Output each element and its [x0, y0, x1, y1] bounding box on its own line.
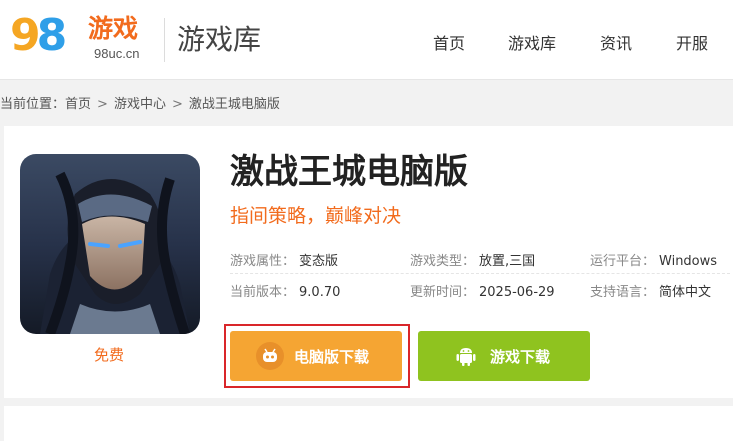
pc-download-label: 电脑版下载: [294, 347, 370, 366]
breadcrumb: 当前位置：首页 > 游戏中心 > 激战王城电脑版: [0, 93, 280, 112]
meta-divider: [230, 273, 730, 274]
logo-digits: 98: [10, 10, 67, 61]
meta-key: 运行平台：: [590, 254, 656, 269]
meta-key: 游戏类型：: [410, 254, 476, 269]
android-icon: [452, 342, 480, 370]
meta-update-time: 更新时间： 2025-06-29: [410, 281, 555, 300]
robot-icon: [256, 342, 284, 370]
meta-value: 2025-06-29: [479, 285, 555, 300]
game-detail-card: 免费 激战王城电脑版 指间策略，巅峰对决 游戏属性： 变态版 游戏类型： 放置,三国…: [4, 126, 733, 398]
meta-value: 简体中文: [659, 285, 712, 300]
next-section: [4, 406, 733, 441]
meta-value: 放置,三国: [479, 254, 536, 269]
meta-key: 当前版本：: [230, 285, 296, 300]
mobile-download-label: 游戏下载: [490, 347, 551, 366]
nav-news[interactable]: 资讯: [600, 30, 632, 54]
meta-version: 当前版本： 9.0.70: [230, 281, 340, 300]
site-logo[interactable]: 98 游戏 98uc.cn: [10, 8, 150, 68]
meta-platform: 运行平台： Windows: [590, 250, 717, 269]
meta-key: 更新时间：: [410, 285, 476, 300]
breadcrumb-separator: >: [97, 97, 108, 112]
logo-name: 游戏: [88, 14, 139, 43]
game-title: 激战王城电脑版: [230, 152, 468, 192]
meta-language: 支持语言： 简体中文: [590, 281, 711, 300]
meta-value: 变态版: [299, 254, 339, 269]
breadcrumb-prefix: 当前位置：: [0, 97, 66, 112]
meta-key: 支持语言：: [590, 285, 656, 300]
nav-home[interactable]: 首页: [433, 30, 465, 54]
mobile-download-button[interactable]: 游戏下载: [418, 331, 590, 381]
nav-server-launch[interactable]: 开服: [676, 30, 708, 54]
site-header: 98 游戏 98uc.cn 游戏库 首页 游戏库 资讯 开服: [0, 0, 733, 80]
breadcrumb-game-center[interactable]: 游戏中心: [114, 97, 166, 112]
meta-value: 9.0.70: [299, 285, 341, 300]
meta-attribute: 游戏属性： 变态版: [230, 250, 338, 269]
price-label: 免费: [94, 346, 125, 364]
meta-key: 游戏属性：: [230, 254, 296, 269]
meta-value: Windows: [659, 254, 718, 269]
game-slogan: 指间策略，巅峰对决: [230, 205, 402, 227]
page-section-title: 游戏库: [177, 23, 262, 56]
breadcrumb-home[interactable]: 首页: [65, 97, 91, 112]
pc-download-button[interactable]: 电脑版下载: [230, 331, 402, 381]
breadcrumb-separator: >: [171, 97, 183, 112]
header-divider: [164, 18, 165, 62]
breadcrumb-current: 激战王城电脑版: [188, 97, 280, 112]
meta-genre: 游戏类型： 放置,三国: [410, 250, 535, 269]
logo-domain: 98uc.cn: [94, 46, 140, 61]
game-cover-image[interactable]: [20, 154, 200, 334]
nav-game-library[interactable]: 游戏库: [508, 30, 556, 54]
